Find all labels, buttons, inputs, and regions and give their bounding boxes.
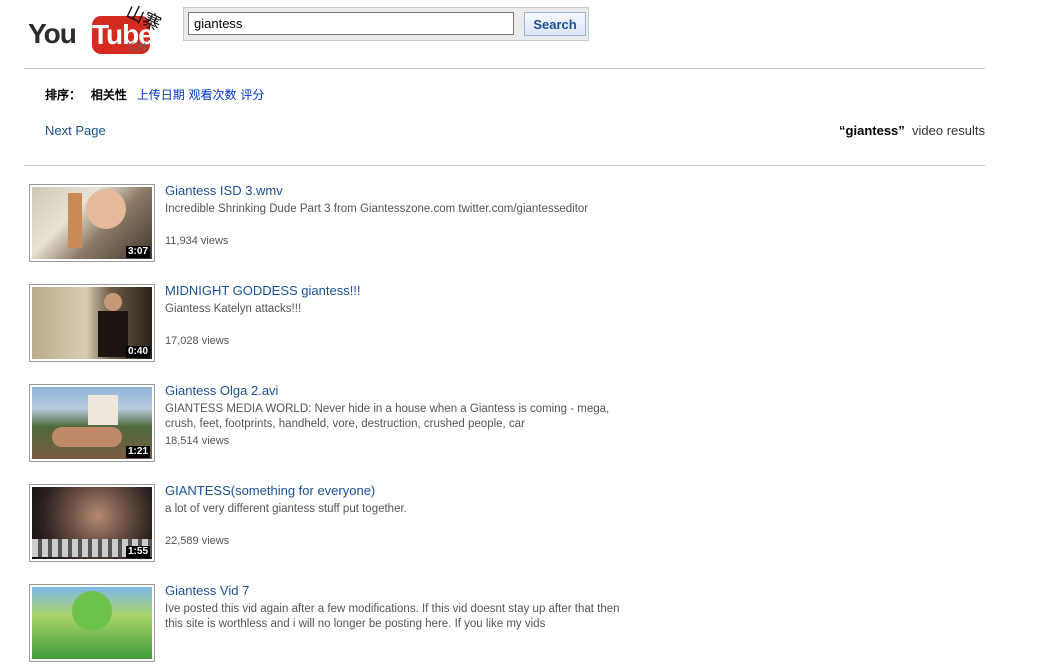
video-thumbnail[interactable]: 0:40: [29, 284, 155, 362]
sort-label: 排序：: [45, 88, 82, 102]
video-title-link[interactable]: Giantess Vid 7: [165, 583, 249, 598]
video-duration: 3:07: [125, 246, 150, 258]
video-description: Incredible Shrinking Dude Part 3 from Gi…: [165, 203, 589, 215]
logo-cn-text: CN: [129, 40, 147, 54]
sort-option-rating[interactable]: 评分: [240, 88, 264, 102]
search-input[interactable]: [188, 12, 514, 35]
video-description: a lot of very different giantess stuff p…: [165, 503, 407, 515]
results-divider: [24, 165, 985, 166]
result-item: 3:07 Giantess ISD 3.wmv Incredible Shrin…: [29, 183, 649, 264]
sort-bar: 排序： 相关性 上传日期 观看次数 评分: [45, 86, 264, 103]
result-item: 1:21 Giantess Olga 2.avi GIANTESS MEDIA …: [29, 383, 649, 464]
result-item: 1:55 GIANTESS(something for everyone) a …: [29, 483, 649, 564]
sort-option-upload-date[interactable]: 上传日期: [137, 88, 185, 102]
results-suffix: video results: [912, 123, 985, 138]
video-views: 22,589 views: [165, 535, 230, 547]
video-title-link[interactable]: GIANTESS(something for everyone): [165, 483, 375, 498]
video-thumbnail[interactable]: 1:55: [29, 484, 155, 562]
youtube-logo[interactable]: You Tube CN 山寨: [26, 1, 166, 60]
video-description: GIANTESS MEDIA WORLD: Never hide in a ho…: [165, 403, 610, 430]
logo-you-text: You: [28, 18, 77, 49]
video-thumbnail[interactable]: 3:07: [29, 184, 155, 262]
result-item: 0:40 MIDNIGHT GODDESS giantess!!! Giante…: [29, 283, 649, 364]
video-views: 17,028 views: [165, 335, 230, 347]
results-summary: “giantess” video results: [839, 123, 985, 138]
video-title-link[interactable]: Giantess Olga 2.avi: [165, 383, 278, 398]
search-button[interactable]: Search: [524, 12, 586, 36]
video-views: 18,514 views: [165, 435, 230, 447]
header-divider: [24, 68, 985, 69]
video-title-link[interactable]: MIDNIGHT GODDESS giantess!!!: [165, 283, 361, 298]
video-thumbnail[interactable]: 1:21: [29, 384, 155, 462]
video-thumbnail[interactable]: [29, 584, 155, 662]
video-duration: 1:55: [125, 546, 150, 558]
video-views: 11,934 views: [165, 235, 229, 247]
sort-option-view-count[interactable]: 观看次数: [189, 88, 237, 102]
video-duration: 1:21: [125, 446, 150, 458]
video-title-link[interactable]: Giantess ISD 3.wmv: [165, 183, 283, 198]
result-item: Giantess Vid 7 Ive posted this vid again…: [29, 583, 649, 664]
search-bar: Search: [183, 7, 589, 41]
video-description: Giantess Katelyn attacks!!!: [165, 303, 302, 315]
video-duration: 0:40: [125, 346, 150, 358]
results-query: “giantess”: [839, 123, 905, 138]
video-description: Ive posted this vid again after a few mo…: [165, 603, 620, 630]
sort-option-relevance[interactable]: 相关性: [91, 88, 127, 102]
next-page-link[interactable]: Next Page: [45, 123, 106, 138]
